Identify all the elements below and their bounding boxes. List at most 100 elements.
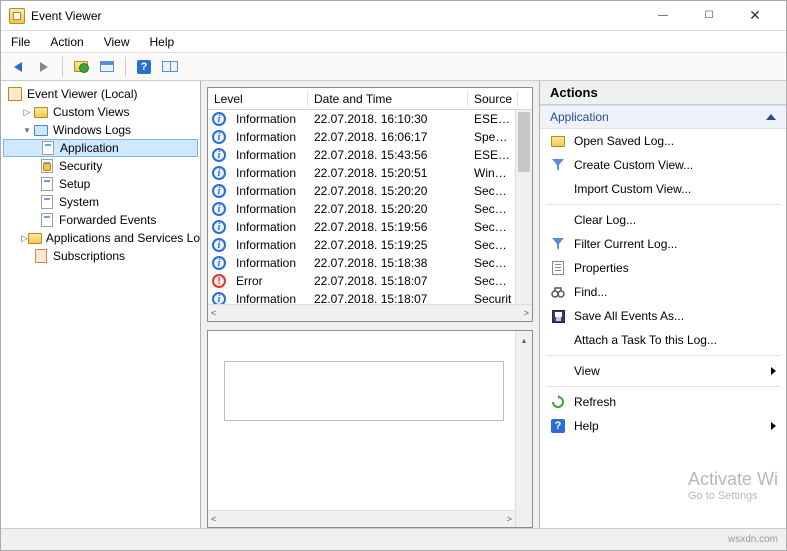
- table-row[interactable]: iInformation22.07.2018. 15:20:51Windo...: [208, 164, 532, 182]
- tree-custom-views[interactable]: ▷ Custom Views: [3, 103, 198, 121]
- binoculars-icon: [550, 284, 566, 300]
- action-label: Open Saved Log...: [574, 134, 674, 148]
- table-row[interactable]: iInformation22.07.2018. 15:19:25Securit.…: [208, 236, 532, 254]
- properties-toolbar-button[interactable]: [96, 56, 118, 78]
- tree-label: System: [59, 195, 99, 209]
- menu-help[interactable]: Help: [146, 33, 179, 51]
- table-row[interactable]: iInformation22.07.2018. 15:20:20Securit.…: [208, 182, 532, 200]
- table-row[interactable]: iInformation22.07.2018. 16:10:30ESENT: [208, 110, 532, 128]
- action-find[interactable]: Find...: [540, 280, 786, 304]
- tree-forwarded[interactable]: Forwarded Events: [3, 211, 198, 229]
- action-help[interactable]: ? Help: [540, 414, 786, 438]
- action-create-custom-view[interactable]: Create Custom View...: [540, 153, 786, 177]
- table-row[interactable]: !Error22.07.2018. 15:18:07Securit...: [208, 272, 532, 290]
- cell-source: Securit...: [468, 184, 518, 198]
- window-title: Event Viewer: [31, 9, 640, 23]
- grid-body[interactable]: iInformation22.07.2018. 16:10:30ESENTiIn…: [208, 110, 532, 304]
- blank-icon: [550, 181, 566, 197]
- expander-icon[interactable]: ▷: [21, 107, 33, 118]
- panes-toolbar-button[interactable]: [159, 56, 181, 78]
- refresh-icon: [550, 394, 566, 410]
- toolbar: ?: [1, 53, 786, 81]
- back-button[interactable]: [7, 56, 29, 78]
- table-row[interactable]: iInformation22.07.2018. 15:19:56Securit.…: [208, 218, 532, 236]
- vertical-scrollbar[interactable]: ▴: [515, 331, 532, 527]
- expander-icon[interactable]: ▷: [21, 233, 28, 244]
- minimize-button[interactable]: —: [640, 1, 686, 31]
- cell-level: Information: [230, 292, 308, 304]
- menu-file[interactable]: File: [7, 33, 34, 51]
- col-source[interactable]: Source: [468, 92, 518, 106]
- vertical-scrollbar[interactable]: [515, 110, 532, 304]
- menu-action[interactable]: Action: [46, 33, 87, 51]
- menu-view[interactable]: View: [100, 33, 134, 51]
- table-row[interactable]: iInformation22.07.2018. 15:20:20Securit.…: [208, 200, 532, 218]
- tree-setup[interactable]: Setup: [3, 175, 198, 193]
- cell-level: Information: [230, 220, 308, 234]
- action-import-custom-view[interactable]: Import Custom View...: [540, 177, 786, 201]
- info-icon: i: [212, 184, 226, 198]
- col-level[interactable]: Level: [208, 92, 308, 106]
- close-button[interactable]: ✕: [732, 1, 778, 31]
- action-properties[interactable]: Properties: [540, 256, 786, 280]
- tree-subscriptions[interactable]: Subscriptions: [3, 247, 198, 265]
- cell-datetime: 22.07.2018. 15:18:07: [308, 292, 468, 304]
- tree-windows-logs[interactable]: ▾ Windows Logs: [3, 121, 198, 139]
- table-row[interactable]: iInformation22.07.2018. 16:06:17Speech..…: [208, 128, 532, 146]
- cell-datetime: 22.07.2018. 16:06:17: [308, 130, 468, 144]
- tree-apps-services[interactable]: ▷ Applications and Services Lo: [3, 229, 198, 247]
- cell-level: Information: [230, 238, 308, 252]
- actions-header[interactable]: Application: [540, 105, 786, 129]
- folder-open-icon: [74, 61, 88, 72]
- statusbar: wsxdn.com: [1, 528, 786, 550]
- blank-icon: [550, 332, 566, 348]
- subscriptions-icon: [35, 249, 47, 263]
- menubar: File Action View Help: [1, 31, 786, 53]
- arrow-right-icon: [40, 62, 48, 72]
- tree-security[interactable]: Security: [3, 157, 198, 175]
- cell-level: Information: [230, 112, 308, 126]
- tree-root[interactable]: Event Viewer (Local): [3, 85, 198, 103]
- cell-source: Securit...: [468, 202, 518, 216]
- action-clear-log[interactable]: Clear Log...: [540, 208, 786, 232]
- panes-icon: [162, 61, 178, 72]
- maximize-button[interactable]: ☐: [686, 1, 732, 31]
- actions-title: Actions: [540, 81, 786, 105]
- action-label: Refresh: [574, 395, 616, 409]
- windows-logs-icon: [34, 125, 48, 136]
- info-icon: i: [212, 256, 226, 270]
- forward-button[interactable]: [33, 56, 55, 78]
- cell-datetime: 22.07.2018. 15:43:56: [308, 148, 468, 162]
- action-attach-task[interactable]: Attach a Task To this Log...: [540, 328, 786, 352]
- action-label: View: [574, 364, 600, 378]
- tree-label: Forwarded Events: [59, 213, 156, 227]
- table-row[interactable]: iInformation22.07.2018. 15:43:56ESENT: [208, 146, 532, 164]
- action-refresh[interactable]: Refresh: [540, 390, 786, 414]
- horizontal-scrollbar[interactable]: <>: [208, 304, 532, 321]
- cell-level: Error: [230, 274, 308, 288]
- horizontal-scrollbar[interactable]: <>: [208, 510, 515, 527]
- help-toolbar-button[interactable]: ?: [133, 56, 155, 78]
- col-datetime[interactable]: Date and Time: [308, 92, 468, 106]
- tree-label: Applications and Services Lo: [46, 231, 200, 245]
- cell-source: Windo...: [468, 166, 518, 180]
- activate-windows-watermark: Activate Wi Go to Settings: [688, 469, 778, 502]
- scrollbar-thumb[interactable]: [518, 112, 530, 172]
- log-security-icon: [41, 159, 53, 173]
- error-icon: !: [212, 274, 226, 288]
- action-save-all-events[interactable]: Save All Events As...: [540, 304, 786, 328]
- tree-application[interactable]: Application: [3, 139, 198, 157]
- action-label: Help: [574, 419, 599, 433]
- expander-icon[interactable]: ▾: [21, 125, 33, 136]
- action-label: Find...: [574, 285, 607, 299]
- action-label: Filter Current Log...: [574, 237, 677, 251]
- action-view-submenu[interactable]: View: [540, 359, 786, 383]
- funnel-icon: [552, 238, 564, 250]
- table-row[interactable]: iInformation22.07.2018. 15:18:38Securit.…: [208, 254, 532, 272]
- open-log-button[interactable]: [70, 56, 92, 78]
- action-open-saved-log[interactable]: Open Saved Log...: [540, 129, 786, 153]
- actions-header-label: Application: [550, 110, 609, 124]
- table-row[interactable]: iInformation22.07.2018. 15:18:07Securit: [208, 290, 532, 304]
- action-filter-current-log[interactable]: Filter Current Log...: [540, 232, 786, 256]
- tree-system[interactable]: System: [3, 193, 198, 211]
